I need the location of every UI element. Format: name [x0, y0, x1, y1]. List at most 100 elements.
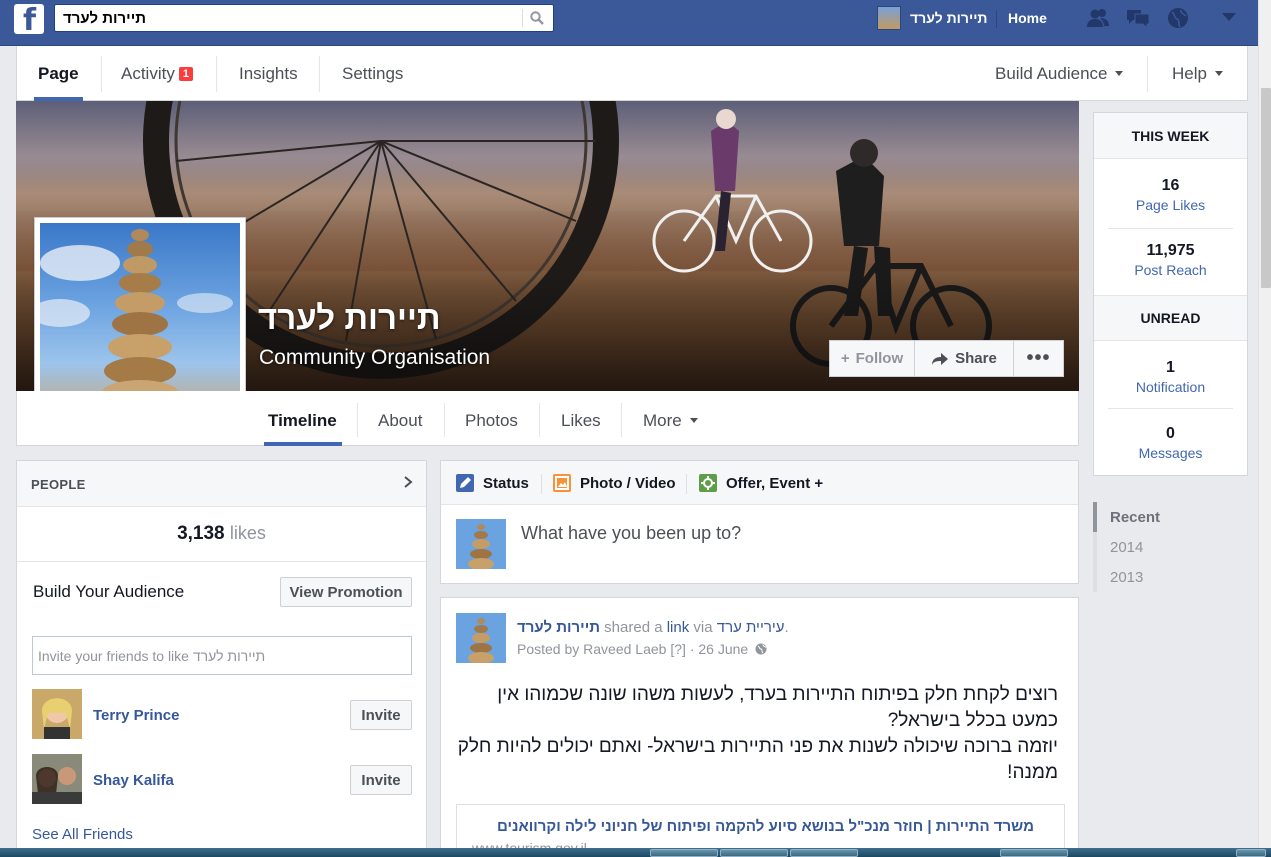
invite-button[interactable]: Invite	[350, 700, 412, 730]
more-options-button[interactable]: •••	[1014, 340, 1064, 377]
year-recent-label[interactable]: Recent	[1110, 509, 1160, 526]
page-avatar[interactable]	[877, 6, 901, 30]
scrollbar-thumb[interactable]	[1261, 88, 1271, 288]
year-2013[interactable]: 2013	[1093, 562, 1248, 592]
search-icon[interactable]	[530, 11, 544, 25]
build-audience-dropdown[interactable]: Build Audience	[995, 64, 1124, 84]
composer-tab-photo-video[interactable]: Photo / Video	[553, 474, 676, 492]
shared-link-title[interactable]: משרד התיירות | חוזר מנכ"ל בנושא סיוע להק…	[497, 818, 1034, 835]
messages-count: 0	[1166, 425, 1175, 442]
tab-divider	[444, 403, 445, 437]
help-label[interactable]: Help	[1172, 64, 1207, 83]
public-globe-icon[interactable]	[755, 643, 767, 655]
notification-count: 1	[1166, 359, 1175, 376]
admin-tab-activity-label[interactable]: Activity	[121, 64, 175, 83]
friend-avatar[interactable]	[32, 754, 82, 804]
view-promotion-button[interactable]: View Promotion	[280, 577, 412, 607]
build-audience-label[interactable]: Build Audience	[995, 64, 1107, 83]
post-reach-count: 11,975	[1146, 242, 1195, 259]
page-likes-stat[interactable]: 16 Page Likes	[1094, 159, 1247, 228]
invite-friends-input[interactable]: Invite your friends to like תיירות לערד	[32, 636, 412, 675]
help-dropdown[interactable]: Help	[1172, 64, 1223, 84]
admin-tab-divider	[1147, 56, 1148, 92]
posted-by-text: Posted by	[517, 641, 580, 657]
messages-icon[interactable]	[1126, 7, 1150, 29]
follow-button[interactable]: + Follow	[829, 340, 915, 377]
people-heading: PEOPLE	[31, 477, 86, 492]
friend-name-link[interactable]: Shay Kalifa	[93, 772, 174, 789]
taskbar-item[interactable]	[720, 849, 788, 857]
search-input-value[interactable]: תיירות לערד	[63, 10, 146, 27]
composer-tabs: Status Photo / Video Offer, Event +	[441, 461, 1078, 505]
caret-down-icon	[1115, 71, 1124, 76]
friend-requests-icon[interactable]	[1086, 7, 1110, 29]
taskbar-item[interactable]	[650, 849, 718, 857]
post-period: .	[784, 619, 789, 636]
tab-more[interactable]: More	[643, 411, 698, 431]
this-week-heading: THIS WEEK	[1094, 113, 1247, 159]
admin-tab-settings[interactable]: Settings	[342, 64, 403, 84]
post-author-avatar[interactable]	[456, 613, 506, 664]
page-scrollbar[interactable]	[1258, 0, 1271, 848]
tab-divider	[621, 403, 622, 437]
taskbar-item[interactable]	[1236, 849, 1266, 857]
tab-photos[interactable]: Photos	[465, 411, 518, 431]
post-body-line: רוצים לקחת חלק בפיתוח התיירות בערד, לעשו…	[497, 684, 1058, 731]
composer-tab-offer-event[interactable]: Offer, Event +	[699, 474, 823, 492]
taskbar-item[interactable]	[790, 849, 858, 857]
chevron-right-icon[interactable]	[402, 476, 414, 488]
home-link[interactable]: Home	[1008, 10, 1047, 26]
year-recent[interactable]: Recent	[1093, 502, 1248, 532]
tab-timeline[interactable]: Timeline	[268, 411, 337, 431]
page-name-link[interactable]: תיירות לערד	[910, 10, 987, 26]
page-category[interactable]: Community Organisation	[259, 346, 490, 370]
os-taskbar	[0, 848, 1271, 857]
admin-tab-activity[interactable]: Activity 1	[121, 64, 193, 84]
invite-button[interactable]: Invite	[350, 765, 412, 795]
people-header[interactable]: PEOPLE	[17, 461, 426, 507]
post-link-link[interactable]: link	[667, 619, 690, 636]
cover-action-buttons: + Follow Share •••	[829, 340, 1064, 377]
post-reach-link[interactable]: Post Reach	[1094, 262, 1247, 278]
see-all-friends-link[interactable]: See All Friends	[32, 826, 133, 843]
poster-name-link[interactable]: Raveed Laeb	[583, 641, 666, 657]
facebook-logo-icon[interactable]: f	[14, 3, 44, 38]
account-menu-caret-icon[interactable]	[1222, 13, 1236, 21]
composer-tab-status[interactable]: Status	[456, 474, 529, 492]
post-author-link[interactable]: תיירות לערד	[517, 619, 600, 636]
composer-tab-status-label: Status	[483, 474, 529, 492]
notifications-globe-icon[interactable]	[1166, 7, 1190, 29]
admin-tab-divider	[101, 56, 102, 92]
share-button[interactable]: Share	[915, 340, 1014, 377]
friend-avatar[interactable]	[32, 689, 82, 739]
nav-divider	[996, 10, 997, 28]
likes-count: 3,138	[177, 523, 225, 544]
search-divider	[522, 9, 523, 27]
admin-tab-page[interactable]: Page	[38, 64, 79, 84]
post-composer: Status Photo / Video Offer, Event + What…	[440, 460, 1079, 584]
admin-tab-insights[interactable]: Insights	[239, 64, 298, 84]
friend-name-link[interactable]: Terry Prince	[93, 707, 179, 724]
messages-link[interactable]: Messages	[1094, 445, 1247, 461]
year-2014[interactable]: 2014	[1093, 532, 1248, 562]
page-title: תיירות לערד	[258, 299, 441, 336]
share-label: Share	[955, 350, 997, 367]
search-input[interactable]: תיירות לערד	[54, 4, 554, 32]
meta-separator: ·	[689, 641, 695, 657]
tab-more-label[interactable]: More	[643, 411, 682, 430]
tab-about[interactable]: About	[378, 411, 422, 431]
tab-likes[interactable]: Likes	[561, 411, 601, 431]
post-date-link[interactable]: 26 June	[698, 641, 748, 657]
timeline-years-nav: Recent 2014 2013	[1093, 502, 1248, 592]
status-input[interactable]: What have you been up to?	[521, 523, 741, 544]
unread-heading: UNREAD	[1094, 295, 1247, 341]
help-marker[interactable]: [?]	[670, 641, 686, 657]
messages-stat[interactable]: 0 Messages	[1094, 409, 1247, 461]
taskbar-item[interactable]	[1000, 849, 1068, 857]
notification-stat[interactable]: 1 Notification	[1094, 341, 1247, 408]
post-via-page-link[interactable]: עיריית ערד	[717, 619, 785, 636]
post-reach-stat[interactable]: 11,975 Post Reach	[1094, 229, 1247, 295]
photo-icon	[553, 474, 571, 492]
page-likes-link[interactable]: Page Likes	[1094, 197, 1247, 213]
notification-link[interactable]: Notification	[1094, 379, 1247, 395]
